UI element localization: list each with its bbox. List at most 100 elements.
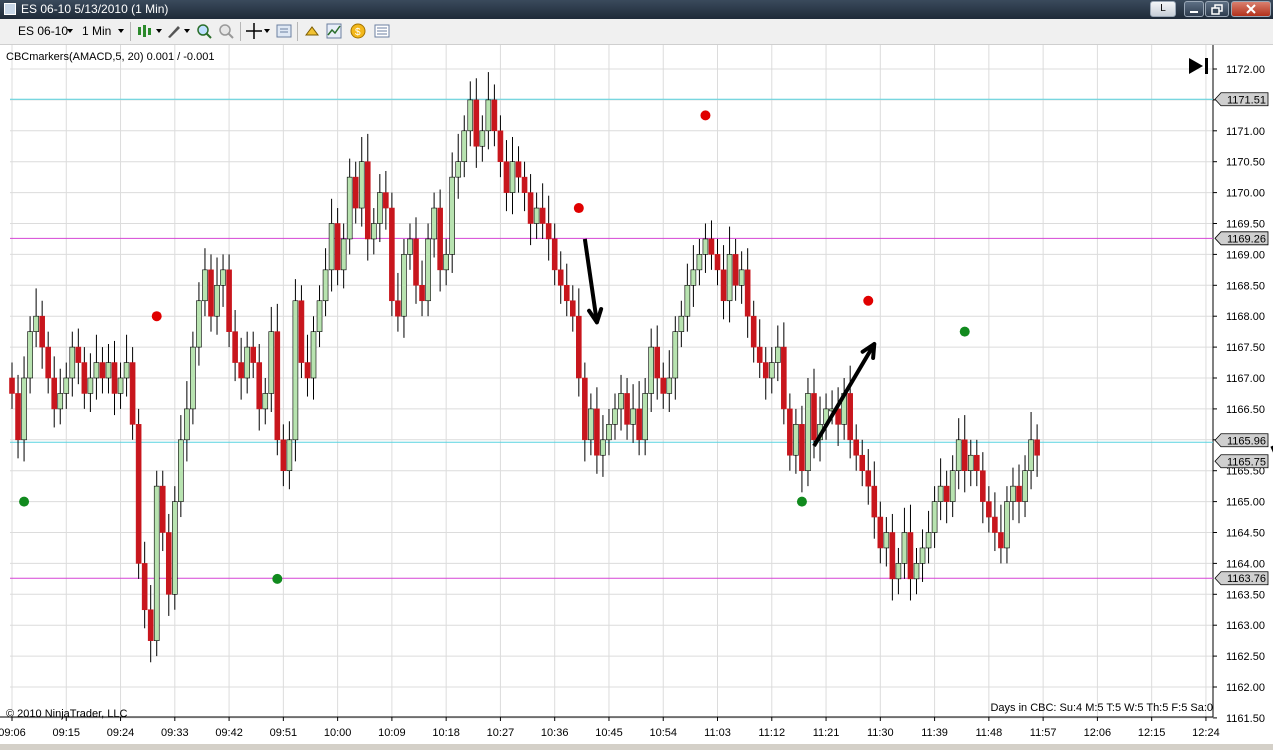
scroll-to-end-icon[interactable]: [1187, 56, 1211, 76]
down-candle: [413, 238, 419, 286]
zoom-in-icon[interactable]: [196, 23, 212, 39]
price-tick-label: 1170.00: [1226, 188, 1265, 200]
up-candle: [690, 269, 697, 286]
time-tick-label: 09:06: [0, 727, 26, 739]
crosshair-icon[interactable]: [246, 23, 262, 39]
up-candle: [533, 207, 540, 224]
price-tick-label: 1171.00: [1226, 126, 1265, 138]
down-candle: [280, 439, 287, 471]
up-candle: [190, 346, 196, 410]
up-candle: [949, 470, 956, 502]
time-tick-label: 10:45: [595, 727, 623, 739]
up-candle: [184, 408, 190, 441]
time-tick-label: 11:57: [1030, 727, 1057, 739]
up-candle: [322, 269, 329, 302]
down-candle: [973, 454, 980, 471]
up-candle: [684, 285, 691, 317]
up-candle: [666, 377, 673, 394]
up-candle: [401, 254, 407, 317]
bar-type-icon[interactable]: [137, 23, 153, 39]
chevron-down-icon[interactable]: [183, 27, 191, 35]
down-candle: [545, 223, 552, 240]
window-title-bar: ES 06-10 5/13/2010 (1 Min) L: [0, 0, 1273, 19]
chart-grid: [0, 45, 1214, 719]
up-candle: [1028, 439, 1034, 471]
instrument-selector[interactable]: ES 06-10: [18, 24, 68, 38]
price-tick-label: 1169.00: [1226, 249, 1265, 261]
money-icon[interactable]: $: [350, 23, 366, 39]
up-candle: [913, 563, 920, 580]
close-button[interactable]: [1231, 1, 1271, 17]
down-candle: [569, 300, 576, 317]
cbc-days-label: Days in CBC: Su:4 M:5 T:5 W:5 Th:5 F:5 S…: [990, 702, 1213, 714]
up-candle: [630, 408, 636, 425]
up-candle: [672, 331, 679, 379]
sell-marker-dot: [863, 295, 874, 306]
down-candle: [135, 424, 142, 564]
chevron-down-icon[interactable]: [155, 27, 163, 35]
down-candle: [527, 192, 534, 224]
up-candle: [407, 238, 413, 255]
buy-marker-dot: [19, 496, 30, 507]
down-candle: [865, 470, 872, 487]
up-candle: [726, 254, 733, 302]
down-candle: [961, 439, 968, 471]
copyright-notice: © 2010 NinjaTrader, LLC: [6, 708, 128, 720]
up-candle: [57, 393, 64, 410]
link-button[interactable]: L: [1150, 1, 1176, 17]
down-candle: [521, 176, 528, 193]
minimize-icon: [1190, 11, 1198, 13]
up-candle: [358, 161, 365, 209]
down-candle: [551, 238, 558, 271]
time-tick-label: 11:12: [758, 727, 785, 739]
sell-marker-dot: [151, 311, 162, 322]
up-candle: [449, 176, 455, 255]
chevron-down-icon[interactable]: [117, 27, 125, 35]
down-candle: [81, 362, 88, 394]
properties-icon[interactable]: [276, 23, 292, 39]
indicators-icon[interactable]: [326, 23, 342, 39]
time-tick-label: 10:18: [432, 727, 460, 739]
minimize-button[interactable]: [1184, 1, 1204, 17]
up-candle: [196, 300, 202, 348]
down-candle: [51, 377, 58, 410]
chevron-down-icon[interactable]: [66, 27, 74, 35]
up-candle: [117, 377, 124, 394]
restore-icon: [1211, 4, 1223, 15]
time-tick-label: 11:39: [921, 727, 948, 739]
up-candle: [431, 207, 437, 240]
price-tick-label: 1170.50: [1226, 157, 1265, 169]
up-candle: [696, 254, 703, 271]
up-candle: [244, 346, 250, 379]
price-chart[interactable]: 1172.001171.501171.001170.501170.001169.…: [0, 45, 1273, 744]
strategies-icon[interactable]: [304, 23, 320, 39]
down-candle: [226, 269, 232, 332]
time-axis[interactable]: 09:06 09:15 09:24 09:33 09:42 09:51 10:00 10:09…: [0, 717, 1220, 739]
window-title: ES 06-10 5/13/2010 (1 Min): [21, 2, 169, 16]
horizontal-lines: [10, 98, 1213, 579]
price-tick-label: 1167.00: [1226, 373, 1265, 385]
toolbar-separator: [297, 22, 298, 41]
down-candle: [654, 346, 661, 379]
price-tick-label: 1169.50: [1226, 219, 1265, 231]
restore-button[interactable]: [1205, 1, 1229, 17]
up-candle: [1004, 501, 1010, 549]
draw-tool-icon[interactable]: [166, 23, 182, 39]
chevron-down-icon[interactable]: [263, 27, 271, 35]
data-box-icon[interactable]: [374, 23, 390, 39]
down-candle: [503, 161, 510, 193]
down-candle: [165, 532, 172, 595]
down-candle: [298, 300, 305, 363]
down-candle: [582, 377, 588, 441]
down-candle: [383, 192, 389, 209]
down-candle: [75, 346, 82, 363]
down-candle: [871, 485, 878, 518]
price-axis[interactable]: 1172.001171.501171.001170.501170.001169.…: [1213, 64, 1269, 725]
zoom-out-icon[interactable]: [218, 23, 234, 39]
close-icon: [1246, 4, 1256, 14]
down-candle: [1016, 485, 1022, 502]
interval-selector[interactable]: 1 Min: [82, 24, 111, 38]
down-candle: [799, 424, 805, 472]
price-tick-label: 1163.50: [1226, 589, 1265, 601]
time-tick-label: 12:15: [1138, 727, 1166, 739]
